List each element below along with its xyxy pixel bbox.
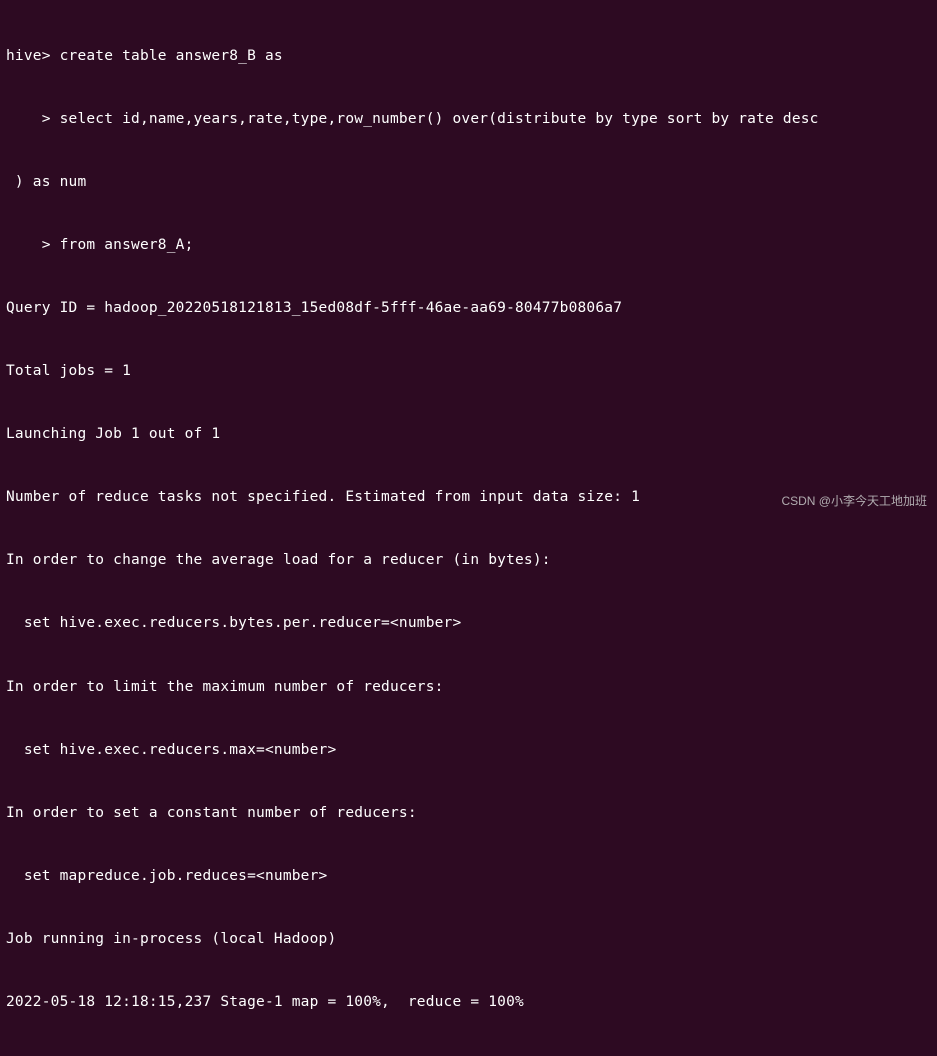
terminal-output[interactable]: hive> create table answer8_B as > select… [6,4,931,1056]
terminal-line: hive> create table answer8_B as [6,46,931,67]
terminal-line: In order to set a constant number of red… [6,803,931,824]
terminal-line: set hive.exec.reducers.bytes.per.reducer… [6,613,931,634]
terminal-line: Total jobs = 1 [6,361,931,382]
terminal-line: > select id,name,years,rate,type,row_num… [6,109,931,130]
watermark-text: CSDN @小李今天工地加班 [781,493,927,510]
terminal-line: Ended Job = job_local1259066093_0032 [6,1055,931,1056]
terminal-line: Launching Job 1 out of 1 [6,424,931,445]
terminal-line: In order to change the average load for … [6,550,931,571]
terminal-line: > from answer8_A; [6,235,931,256]
terminal-line: In order to limit the maximum number of … [6,677,931,698]
terminal-line: set mapreduce.job.reduces=<number> [6,866,931,887]
terminal-line: Query ID = hadoop_20220518121813_15ed08d… [6,298,931,319]
terminal-line: ) as num [6,172,931,193]
terminal-line: Job running in-process (local Hadoop) [6,929,931,950]
terminal-line: set hive.exec.reducers.max=<number> [6,740,931,761]
terminal-line: 2022-05-18 12:18:15,237 Stage-1 map = 10… [6,992,931,1013]
